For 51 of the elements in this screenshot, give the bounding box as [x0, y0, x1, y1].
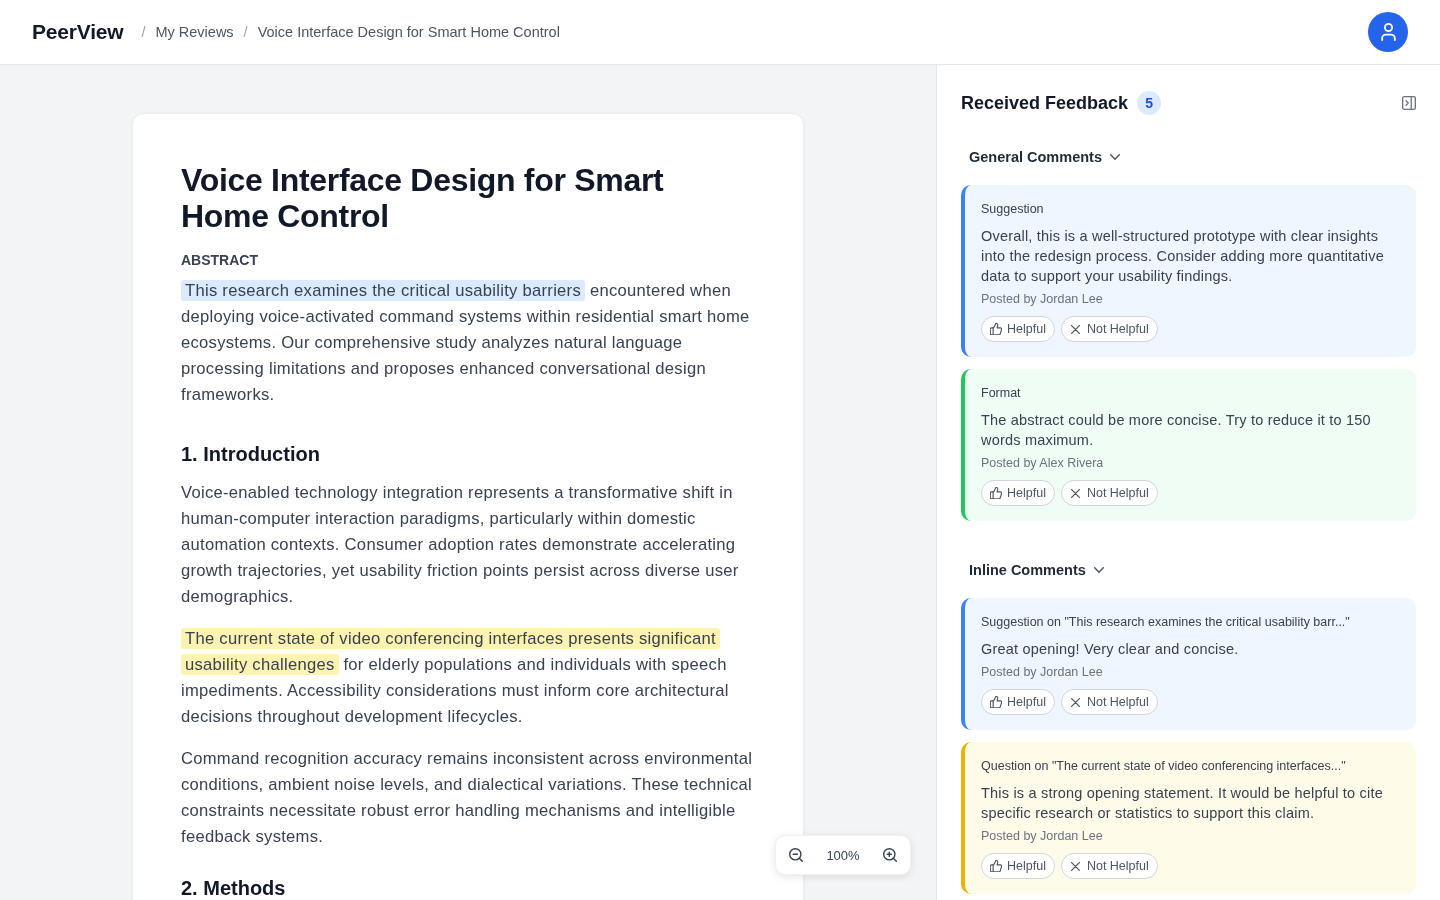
- zoom-in-icon[interactable]: [883, 848, 897, 862]
- x-icon: [1070, 697, 1080, 707]
- helpful-button[interactable]: Helpful: [981, 316, 1055, 342]
- count-badge: 5: [1137, 91, 1162, 115]
- abstract-paragraph: This research examines the critical usability barriers encountered when deploying voice-activated command systems within residential smart home ecosystems. Our comprehensive study analyzes natural language processing limitations and proposes enhanced conversational design frameworks.: [181, 279, 751, 406]
- helpful-button[interactable]: Helpful: [981, 689, 1055, 715]
- user-avatar-button[interactable]: [1368, 12, 1408, 52]
- section-toggle[interactable]: General Comments: [961, 139, 1128, 175]
- not-helpful-button[interactable]: Not Helpful: [1060, 853, 1158, 879]
- not-helpful-button[interactable]: Not Helpful: [1060, 316, 1158, 342]
- zoom-level: 100%: [826, 847, 860, 863]
- zoom-out-icon[interactable]: [789, 848, 803, 862]
- body-paragraph: Voice-enabled technology integration represents a transformative shift in human-computer interaction paradigms, particularly within domestic automation contexts. Consumer adoption rates demonstrate accelerating growth trajectories, yet usability friction points persist across diverse user demographics.: [181, 482, 740, 608]
- comment-type: Question on "The current state of video conferencing interfaces...": [981, 758, 1347, 774]
- breadcrumb-link[interactable]: My Reviews: [155, 24, 234, 40]
- not-helpful-button[interactable]: Not Helpful: [1060, 480, 1158, 506]
- x-icon: [1070, 488, 1080, 498]
- breadcrumb-separator: /: [242, 24, 249, 40]
- comment-type: Suggestion on "This research examines the critical usability barr...": [981, 614, 1351, 630]
- comment-author: Posted by Jordan Lee: [981, 828, 1104, 844]
- comment-text: The abstract could be more concise. Try to reduce it to 150 words maximum.: [981, 411, 1372, 450]
- comment-text: Overall, this is a well-structured prototype with clear insights into the redesign process. Consider adding more quantitative data to support your usability findings.: [981, 227, 1385, 286]
- body-paragraph: Command recognition accuracy remains inconsistent across environmental conditions, ambient noise levels, and dialectical variations. These technical constraints necessitate robust error handling mechanisms and intelligible feedback systems.: [181, 748, 754, 848]
- thumbs-up-icon: [990, 696, 1002, 708]
- panel-title: Received Feedback: [961, 92, 1129, 115]
- helpful-button[interactable]: Helpful: [981, 853, 1055, 879]
- thumbs-up-icon: [990, 323, 1002, 335]
- document-title: Voice Interface Design for Smart Home Control: [181, 162, 665, 234]
- x-icon: [1070, 324, 1080, 334]
- comment-author: Posted by Alex Rivera: [981, 455, 1105, 471]
- thumbs-up-icon: [990, 487, 1002, 499]
- comment-text: This is a strong opening statement. It would be helpful to cite specific research or statistics to support this claim.: [981, 784, 1384, 823]
- body-paragraph: The current state of video conferencing interfaces presents significant usability challenges for elderly populations and individuals with speech impediments. Accessibility considerations must inform core architectural decisions throughout development lifecycles.: [181, 627, 730, 728]
- x-icon: [1070, 861, 1080, 871]
- comment-author: Posted by Jordan Lee: [981, 291, 1104, 307]
- comment-author: Posted by Jordan Lee: [981, 664, 1104, 680]
- helpful-button[interactable]: Helpful: [981, 480, 1055, 506]
- comment-text: Great opening! Very clear and concise.: [981, 640, 1240, 659]
- abstract-heading: ABSTRACT: [181, 251, 259, 270]
- section-heading: 2. Methods: [181, 876, 287, 900]
- section-toggle[interactable]: Inline Comments: [961, 552, 1112, 588]
- section-heading: 1. Introduction: [181, 442, 321, 467]
- app-logo[interactable]: PeerView: [32, 20, 124, 44]
- comment-type: Format: [981, 385, 1022, 401]
- thumbs-up-icon: [990, 860, 1002, 872]
- breadcrumb-separator: /: [140, 24, 147, 40]
- comment-type: Suggestion: [981, 201, 1045, 217]
- current-page-crumb: Voice Interface Design for Smart Home Control: [257, 24, 560, 40]
- not-helpful-button[interactable]: Not Helpful: [1060, 689, 1158, 715]
- side-panel-icon[interactable]: [1402, 96, 1416, 110]
- user-icon: [1380, 23, 1396, 41]
